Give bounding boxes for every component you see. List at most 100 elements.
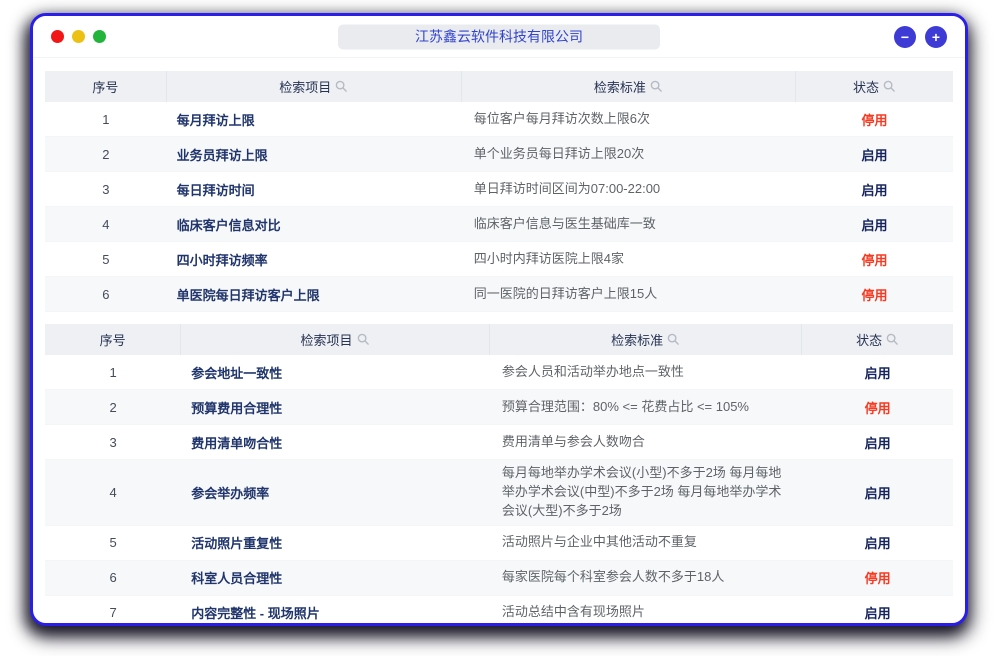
column-header-label: 检索标准 bbox=[611, 330, 663, 349]
status-text: 启用 bbox=[802, 460, 953, 525]
tables: 序号检索项目检索标准状态1每月拜访上限每位客户每月拜访次数上限6次停用2业务员拜… bbox=[33, 58, 965, 626]
row-index: 4 bbox=[45, 460, 181, 525]
rule-name: 预算费用合理性 bbox=[181, 390, 490, 424]
column-header: 状态 bbox=[796, 71, 953, 102]
search-icon[interactable] bbox=[335, 80, 348, 93]
table-row: 5四小时拜访频率四小时内拜访医院上限4家停用 bbox=[45, 242, 953, 277]
row-index: 2 bbox=[45, 390, 181, 424]
rule-name: 参会举办频率 bbox=[181, 460, 490, 525]
rule-name: 四小时拜访频率 bbox=[167, 242, 462, 276]
rule-name: 参会地址一致性 bbox=[181, 355, 490, 389]
row-index: 4 bbox=[45, 207, 167, 241]
status-text: 停用 bbox=[802, 390, 953, 424]
status-text: 启用 bbox=[802, 355, 953, 389]
row-index: 5 bbox=[45, 242, 167, 276]
rule-standard: 每位客户每月拜访次数上限6次 bbox=[462, 102, 796, 136]
table-row: 1参会地址一致性参会人员和活动举办地点一致性启用 bbox=[45, 355, 953, 390]
search-icon[interactable] bbox=[886, 333, 899, 346]
table-header-row: 序号 检索项目 检索标准 状态 bbox=[45, 71, 953, 102]
search-icon[interactable] bbox=[357, 333, 370, 346]
row-index: 3 bbox=[45, 425, 181, 459]
rule-name: 科室人员合理性 bbox=[181, 561, 490, 595]
traffic-lights bbox=[51, 30, 106, 43]
status-text: 停用 bbox=[796, 102, 953, 136]
rule-standard: 单个业务员每日拜访上限20次 bbox=[462, 137, 796, 171]
column-header: 检索标准 bbox=[490, 324, 802, 355]
table-header-row: 序号 检索项目 检索标准 状态 bbox=[45, 324, 953, 355]
zoom-in-button[interactable]: + bbox=[925, 26, 947, 48]
rule-standard: 临床客户信息与医生基础库一致 bbox=[462, 207, 796, 241]
rule-standard: 活动照片与企业中其他活动不重复 bbox=[490, 526, 802, 560]
titlebar: 江苏鑫云软件科技有限公司 − + bbox=[33, 16, 965, 58]
row-index: 2 bbox=[45, 137, 167, 171]
row-index: 1 bbox=[45, 102, 167, 136]
status-text: 启用 bbox=[802, 526, 953, 560]
status-text: 启用 bbox=[796, 172, 953, 206]
rule-standard: 费用清单与参会人数吻合 bbox=[490, 425, 802, 459]
table-row: 3费用清单吻合性费用清单与参会人数吻合启用 bbox=[45, 425, 953, 460]
row-index: 7 bbox=[45, 596, 181, 626]
rules-table-1: 序号检索项目检索标准状态1每月拜访上限每位客户每月拜访次数上限6次停用2业务员拜… bbox=[45, 71, 953, 312]
window-title: 江苏鑫云软件科技有限公司 bbox=[338, 24, 660, 49]
table-row: 6科室人员合理性每家医院每个科室参会人数不多于18人停用 bbox=[45, 561, 953, 596]
column-header: 检索标准 bbox=[462, 71, 796, 102]
rule-name: 业务员拜访上限 bbox=[167, 137, 462, 171]
rule-standard: 预算合理范围：80% <= 花费占比 <= 105% bbox=[490, 390, 802, 424]
column-header: 检索项目 bbox=[167, 71, 462, 102]
column-header-label: 序号 bbox=[100, 330, 126, 349]
rule-name: 单医院每日拜访客户上限 bbox=[167, 277, 462, 311]
row-index: 3 bbox=[45, 172, 167, 206]
rule-standard: 每月每地举办学术会议(小型)不多于2场 每月每地举办学术会议(中型)不多于2场 … bbox=[490, 460, 802, 525]
table-row: 6单医院每日拜访客户上限同一医院的日拜访客户上限15人停用 bbox=[45, 277, 953, 312]
rule-name: 临床客户信息对比 bbox=[167, 207, 462, 241]
column-header-label: 检索标准 bbox=[594, 77, 646, 96]
table-row: 4临床客户信息对比临床客户信息与医生基础库一致启用 bbox=[45, 207, 953, 242]
status-text: 停用 bbox=[802, 561, 953, 595]
column-header-label: 检索项目 bbox=[301, 330, 353, 349]
status-text: 启用 bbox=[802, 596, 953, 626]
status-text: 停用 bbox=[796, 242, 953, 276]
rule-name: 内容完整性 - 现场照片 bbox=[181, 596, 490, 626]
rules-table-2: 序号 检索项目 检索标准 状态 1参会地址一致性参会人员和活动举办地点一致性启用2预算费… bbox=[45, 324, 953, 626]
status-text: 启用 bbox=[796, 207, 953, 241]
search-icon[interactable] bbox=[650, 80, 663, 93]
zoom-out-button[interactable]: − bbox=[894, 26, 916, 48]
row-index: 6 bbox=[45, 561, 181, 595]
table-row: 3每日拜访时间单日拜访时间区间为07:00-22:00启用 bbox=[45, 172, 953, 207]
status-text: 停用 bbox=[796, 277, 953, 311]
column-header-label: 序号 bbox=[92, 77, 118, 96]
status-text: 启用 bbox=[796, 137, 953, 171]
search-icon[interactable] bbox=[667, 333, 680, 346]
rule-name: 活动照片重复性 bbox=[181, 526, 490, 560]
table-row: 5活动照片重复性活动照片与企业中其他活动不重复启用 bbox=[45, 526, 953, 561]
rule-name: 费用清单吻合性 bbox=[181, 425, 490, 459]
column-header-label: 检索项目 bbox=[279, 77, 331, 96]
column-header: 检索项目 bbox=[181, 324, 490, 355]
close-button[interactable] bbox=[51, 30, 64, 43]
search-icon[interactable] bbox=[883, 80, 896, 93]
column-header: 序号 bbox=[45, 324, 181, 355]
app-window: 江苏鑫云软件科技有限公司 − + 序号检索项目检索标准状态1每月拜访上限每位客户… bbox=[30, 13, 968, 626]
window-controls: − + bbox=[894, 26, 947, 48]
table-row: 2业务员拜访上限单个业务员每日拜访上限20次启用 bbox=[45, 137, 953, 172]
rule-standard: 单日拜访时间区间为07:00-22:00 bbox=[462, 172, 796, 206]
table-row: 4参会举办频率每月每地举办学术会议(小型)不多于2场 每月每地举办学术会议(中型… bbox=[45, 460, 953, 526]
column-header-label: 状态 bbox=[856, 330, 882, 349]
rule-name: 每月拜访上限 bbox=[167, 102, 462, 136]
column-header: 序号 bbox=[45, 71, 167, 102]
rule-standard: 同一医院的日拜访客户上限15人 bbox=[462, 277, 796, 311]
row-index: 1 bbox=[45, 355, 181, 389]
minimize-button[interactable] bbox=[72, 30, 85, 43]
column-header: 状态 bbox=[802, 324, 953, 355]
zoom-button[interactable] bbox=[93, 30, 106, 43]
rule-name: 每日拜访时间 bbox=[167, 172, 462, 206]
row-index: 6 bbox=[45, 277, 167, 311]
rule-standard: 每家医院每个科室参会人数不多于18人 bbox=[490, 561, 802, 595]
rule-standard: 四小时内拜访医院上限4家 bbox=[462, 242, 796, 276]
table-row: 7内容完整性 - 现场照片活动总结中含有现场照片启用 bbox=[45, 596, 953, 626]
column-header-label: 状态 bbox=[853, 77, 879, 96]
row-index: 5 bbox=[45, 526, 181, 560]
table-row: 2预算费用合理性预算合理范围：80% <= 花费占比 <= 105%停用 bbox=[45, 390, 953, 425]
table-row: 1每月拜访上限每位客户每月拜访次数上限6次停用 bbox=[45, 102, 953, 137]
rule-standard: 活动总结中含有现场照片 bbox=[490, 596, 802, 626]
